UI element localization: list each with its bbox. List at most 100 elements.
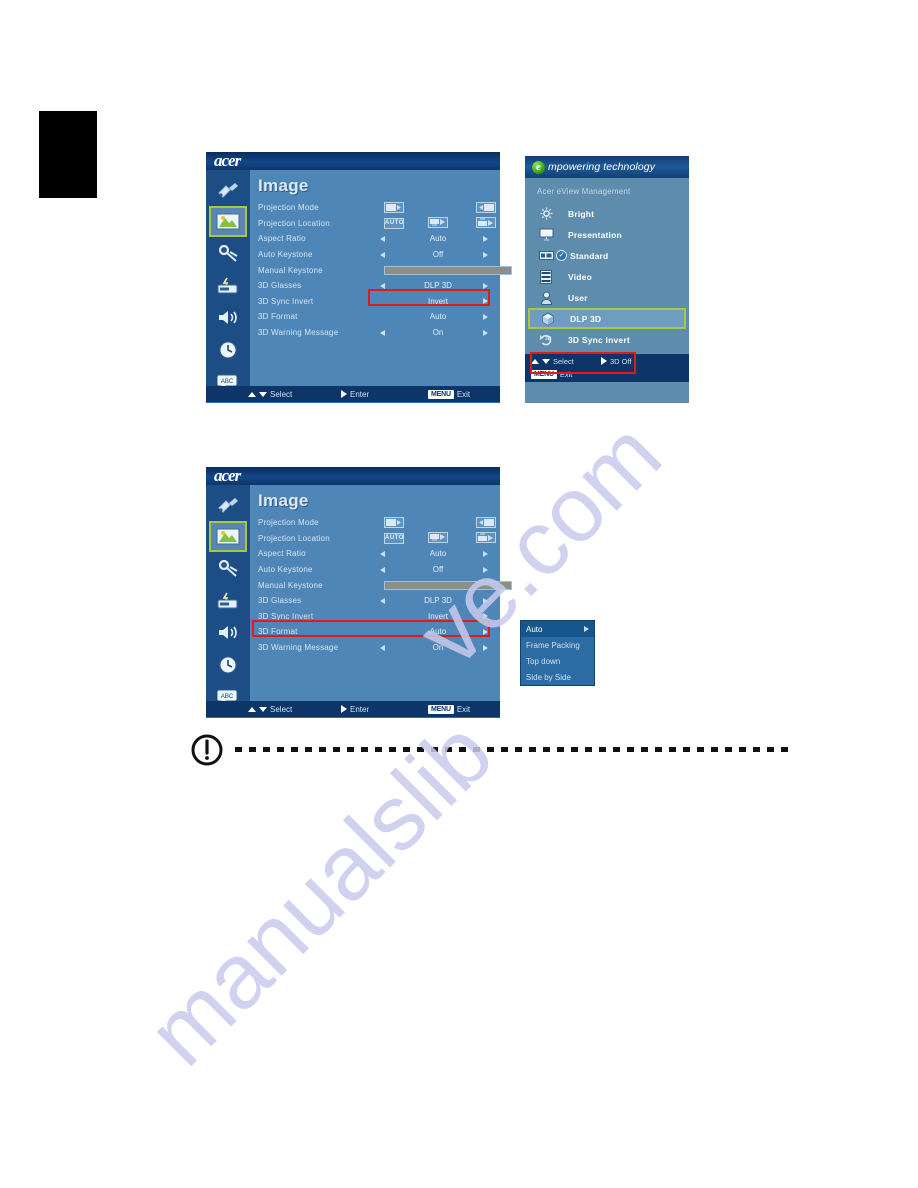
arrow-right-icon[interactable] — [483, 597, 488, 604]
arrow-right-icon[interactable] — [483, 313, 488, 320]
menu-label: 3D Glasses — [258, 281, 302, 291]
image-icon — [216, 528, 240, 545]
osd-page-title-top: Image — [258, 176, 309, 195]
arrow-right-icon[interactable] — [483, 282, 488, 289]
projection-front-icon[interactable] — [384, 201, 404, 214]
menu-row-aspect-ratio-top[interactable]: Aspect Ratio Auto — [250, 231, 500, 247]
menu-control[interactable]: Auto — [376, 546, 500, 562]
menu-row-projection-location-bottom[interactable]: Projection Location AUTO — [250, 531, 500, 547]
menu-control[interactable]: DLP 3D — [376, 593, 500, 609]
menu-control[interactable]: On — [376, 325, 500, 341]
projection-desktop-icon[interactable] — [428, 532, 448, 544]
menu-label: Projection Mode — [258, 203, 319, 213]
sidebar-item-management[interactable] — [209, 585, 247, 616]
footer-select-label: Select — [270, 389, 293, 399]
arrow-right-icon[interactable] — [483, 550, 488, 557]
footer-select-label: Select — [270, 704, 293, 714]
empowering-item-video[interactable]: Video — [528, 266, 686, 287]
menu-control[interactable]: On — [376, 640, 500, 656]
management-icon — [217, 277, 238, 294]
empowering-footer: Select 3D Off MENU Exit — [525, 354, 689, 382]
projection-front-icon[interactable] — [384, 516, 404, 529]
arrow-right-icon[interactable] — [483, 298, 488, 305]
menu-control[interactable]: Off — [376, 562, 500, 578]
dropdown-item-auto[interactable]: Auto — [521, 621, 594, 637]
sidebar-item-management[interactable] — [209, 270, 247, 301]
sidebar-item-color[interactable] — [209, 489, 247, 520]
menu-row-3d-format-top[interactable]: 3D Format Auto — [250, 309, 500, 325]
menu-row-aspect-ratio-bottom[interactable]: Aspect Ratio Auto — [250, 546, 500, 562]
menu-row-3d-warning-message-top[interactable]: 3D Warning Message On — [250, 325, 500, 341]
menu-label: Projection Location — [258, 533, 330, 543]
menu-row-3d-warning-message-bottom[interactable]: 3D Warning Message On — [250, 640, 500, 656]
sidebar-item-audio[interactable] — [209, 302, 247, 333]
projection-rear-icon[interactable] — [476, 201, 496, 214]
menu-control[interactable]: 0 — [376, 262, 529, 278]
menu-control[interactable] — [376, 515, 500, 531]
empowering-item-standard[interactable]: ✓ Standard — [528, 245, 686, 266]
menu-row-3d-sync-invert-bottom[interactable]: 3D Sync Invert Invert — [250, 609, 500, 625]
empowering-item-3d-sync-invert[interactable]: 3D 3D Sync Invert — [528, 329, 686, 350]
sidebar-item-audio[interactable] — [209, 617, 247, 648]
menu-row-auto-keystone-bottom[interactable]: Auto Keystone Off — [250, 562, 500, 578]
arrow-right-icon[interactable] — [483, 628, 488, 635]
menu-row-3d-glasses-top[interactable]: 3D Glasses DLP 3D — [250, 278, 500, 294]
sidebar-item-setting[interactable] — [209, 238, 247, 269]
projection-rear-icon[interactable] — [476, 516, 496, 529]
menu-row-projection-location-top[interactable]: Projection Location AUTO — [250, 216, 500, 232]
keystone-slider[interactable]: 0 — [384, 580, 529, 591]
arrow-right-icon[interactable] — [483, 613, 488, 620]
dropdown-item-frame-packing[interactable]: Frame Packing — [521, 637, 594, 653]
sidebar-item-image[interactable] — [209, 521, 247, 552]
sidebar-item-setting[interactable] — [209, 553, 247, 584]
menu-control[interactable]: DLP 3D — [376, 278, 500, 294]
menu-label: Manual Keystone — [258, 265, 323, 275]
menu-row-projection-mode-top[interactable]: Projection Mode — [250, 200, 500, 216]
menu-control[interactable]: Auto — [376, 309, 500, 325]
projection-desktop-icon[interactable] — [428, 217, 448, 229]
menu-row-manual-keystone-bottom[interactable]: Manual Keystone 0 — [250, 577, 529, 593]
arrow-right-icon[interactable] — [483, 329, 488, 336]
menu-row-3d-format-bottom[interactable]: 3D Format Auto — [250, 624, 500, 640]
sidebar-item-timer[interactable] — [209, 649, 247, 680]
empowering-item-user[interactable]: User — [528, 287, 686, 308]
menu-row-auto-keystone-top[interactable]: Auto Keystone Off — [250, 247, 500, 263]
menu-control[interactable]: Off — [376, 247, 500, 263]
menu-value: On — [432, 643, 444, 653]
menu-row-manual-keystone-top[interactable]: Manual Keystone 0 — [250, 262, 529, 278]
arrow-down-icon — [259, 706, 267, 712]
menu-row-3d-glasses-bottom[interactable]: 3D Glasses DLP 3D — [250, 593, 500, 609]
projection-ceiling-icon[interactable] — [476, 532, 496, 544]
projection-ceiling-icon[interactable] — [476, 217, 496, 229]
menu-control[interactable]: Invert — [376, 294, 500, 310]
menu-control[interactable]: Invert — [376, 609, 500, 625]
menu-control[interactable]: AUTO — [376, 531, 500, 547]
empowering-e-logo: e — [532, 160, 545, 174]
projection-auto-icon[interactable]: AUTO — [384, 532, 404, 545]
empowering-select-label: Select — [553, 356, 574, 366]
3d-format-dropdown[interactable]: Auto Frame Packing Top down Side by Side — [520, 620, 595, 686]
sidebar-item-timer[interactable] — [209, 334, 247, 365]
empowering-item-bright[interactable]: Bright — [528, 203, 686, 224]
menu-control[interactable]: Auto — [376, 624, 500, 640]
arrow-right-icon[interactable] — [483, 235, 488, 242]
setting-icon — [218, 245, 238, 262]
arrow-right-icon[interactable] — [483, 251, 488, 258]
empowering-item-presentation[interactable]: Presentation — [528, 224, 686, 245]
menu-control[interactable]: 0 — [376, 577, 529, 593]
arrow-right-icon[interactable] — [483, 644, 488, 651]
arrow-right-icon[interactable] — [483, 566, 488, 573]
dropdown-item-top-down[interactable]: Top down — [521, 653, 594, 669]
dropdown-item-side-by-side[interactable]: Side by Side — [521, 669, 594, 685]
sidebar-item-color[interactable] — [209, 174, 247, 205]
menu-control[interactable] — [376, 200, 500, 216]
sidebar-item-image[interactable] — [209, 206, 247, 237]
menu-row-3d-sync-invert-top[interactable]: 3D Sync Invert Invert — [250, 294, 500, 310]
menu-control[interactable]: Auto — [376, 231, 500, 247]
projection-auto-icon[interactable]: AUTO — [384, 217, 404, 230]
keystone-slider[interactable]: 0 — [384, 265, 529, 276]
osd-sidebar-bottom: ABC — [206, 485, 250, 706]
empowering-item-dlp-3d[interactable]: DLP 3D — [528, 308, 686, 329]
menu-row-projection-mode-bottom[interactable]: Projection Mode — [250, 515, 500, 531]
menu-control[interactable]: AUTO — [376, 216, 500, 232]
